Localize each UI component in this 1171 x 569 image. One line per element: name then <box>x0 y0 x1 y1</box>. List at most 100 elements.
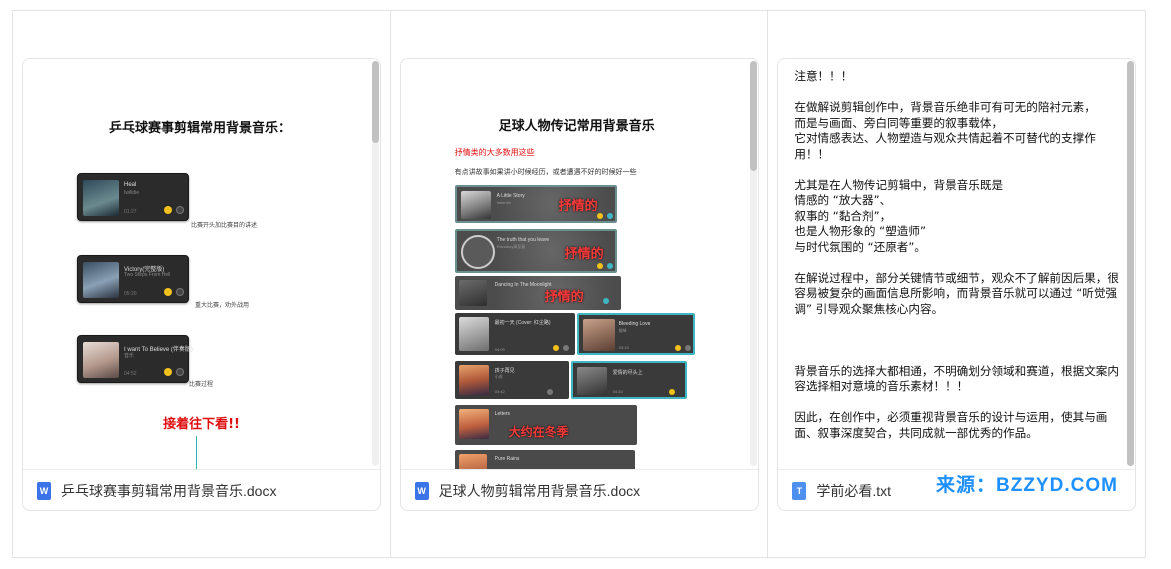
star-icon <box>596 263 603 269</box>
track-duration: 04:20 <box>612 389 623 394</box>
album-cover <box>458 280 487 306</box>
txt-content: 注意！！！ 在做解说剪辑创作中，背景音乐绝非可有可无的陪衬元素， 而是与画面、旁白同… <box>794 69 1119 457</box>
star-icon <box>164 206 172 214</box>
txt-line: 叙事的 “黏合剂”， <box>794 208 892 223</box>
track-overlay-text: 抒情的 <box>544 290 584 305</box>
music-card: Letters 大约在冬季 <box>454 405 637 445</box>
add-icon <box>562 345 569 351</box>
star-icon <box>668 389 675 395</box>
track-duration: 05:20 <box>124 291 137 297</box>
doc-title: 足球人物传记常用背景音乐 <box>498 119 655 134</box>
file-card-football[interactable]: 足球人物传记常用背景音乐 抒情类的大多数用这些 有点讲故事如果讲小时候经历，或者… <box>399 58 759 511</box>
album-cover <box>83 180 119 216</box>
file-name: 足球人物剪辑常用背景音乐.docx <box>438 483 641 499</box>
file-card-readme[interactable]: 注意！！！ 在做解说剪辑创作中，背景音乐绝非可有可无的陪衬元素， 而是与画面、旁白同… <box>777 58 1137 511</box>
track-artist: Pianoboy高至豪 <box>496 244 526 249</box>
music-card: The truth that you leave Pianoboy高至豪 抒情的 <box>454 229 617 273</box>
txt-line: 也是人物形象的 “塑造师” <box>794 224 926 238</box>
add-icon <box>546 389 553 395</box>
album-cover <box>458 365 489 395</box>
txt-line: 与时代氛围的 “还原者”。 <box>794 239 926 254</box>
music-card: 爱情的尽头上 04:20 <box>570 361 687 399</box>
track-title: Heal <box>124 182 137 188</box>
track-title: The truth that you leave <box>496 237 550 243</box>
txt-line: 而是与画面、旁白同等重要的叙事载体， <box>794 115 1004 130</box>
scroll-thumb[interactable] <box>1127 61 1135 466</box>
album-cover <box>83 262 119 298</box>
add-icon <box>176 288 184 296</box>
file-column-1: 乒乓球赛事剪辑常用背景音乐： Heal Iwilldie 01:27 比赛开头加… <box>13 11 391 557</box>
txt-paragraph: 在解说过程中，部分关键情节或细节，观众不了解前因后果，很容易被复杂的画面信息所影… <box>794 271 1119 318</box>
txt-paragraph <box>794 333 1119 349</box>
track-title: Bleeding Love <box>618 321 651 327</box>
doc-red-note: 抒情类的大多数用这些 <box>454 148 535 157</box>
track-duration: 04:09 <box>494 347 505 352</box>
txt-paragraph: 注意！！！ <box>794 69 1119 85</box>
track-title: Pure Rains <box>494 456 520 462</box>
txt-paragraph: 因此，在创作中，必须重视背景音乐的设计与运用，使其与画面、叙事深度契合，共同成就… <box>794 410 1119 441</box>
star-icon <box>674 345 681 351</box>
txt-preview[interactable]: 注意！！！ 在做解说剪辑创作中，背景音乐绝非可有可无的陪衬元素， 而是与画面、旁白同… <box>778 59 1136 469</box>
track-caption: 比赛过程 <box>189 381 214 388</box>
continue-note: 接着往下看!! <box>163 417 240 432</box>
txt-line: 尤其是在人物传记剪辑中，背景音乐既是 <box>794 177 1004 192</box>
txt-line <box>794 333 1119 349</box>
add-icon <box>684 345 691 351</box>
star-icon <box>164 368 172 376</box>
add-icon <box>176 368 184 376</box>
music-card: I want To Believe (伴奏版) 音乐 04:52 <box>77 335 193 383</box>
music-card: Heal Iwilldie 01:27 <box>77 173 189 221</box>
file-card-pingpong[interactable]: 乒乓球赛事剪辑常用背景音乐： Heal Iwilldie 01:27 比赛开头加… <box>22 58 381 511</box>
track-overlay-text: 抒情的 <box>558 199 598 214</box>
music-card: A Little Story Valentin 抒情的 <box>454 185 617 223</box>
file-column-2: 足球人物传记常用背景音乐 抒情类的大多数用这些 有点讲故事如果讲小时候经历，或者… <box>391 11 769 557</box>
preview-scrollbar[interactable] <box>372 61 379 466</box>
album-cover <box>83 342 119 378</box>
doc-preview[interactable]: 足球人物传记常用背景音乐 抒情类的大多数用这些 有点讲故事如果讲小时候经历，或者… <box>400 59 758 469</box>
txt-paragraph: 尤其是在人物传记剪辑中，背景音乐既是 情感的 “放大器”、 叙事的 “黏合剂”， 也是… <box>794 178 1119 256</box>
track-artist: 小虎 <box>494 374 503 379</box>
preview-scrollbar[interactable] <box>1127 61 1135 466</box>
doc-title: 乒乓球赛事剪辑常用背景音乐： <box>109 121 292 136</box>
file-label[interactable]: T 学前必看.txt <box>792 479 891 503</box>
preview-scrollbar[interactable] <box>749 61 757 466</box>
track-overlay-text: 抒情的 <box>564 247 604 262</box>
doc-preview[interactable]: 乒乓球赛事剪辑常用背景音乐： Heal Iwilldie 01:27 比赛开头加… <box>23 59 380 469</box>
card-divider <box>400 469 758 470</box>
track-title: Letters <box>494 411 510 417</box>
track-title: 孩子再见 <box>494 368 515 374</box>
txt-paragraph: 背景音乐的选择大都相通，不明确划分领域和赛道，根据文案内容选择相对意境的音乐素材… <box>794 364 1119 395</box>
track-title: 爱情的尽头上 <box>612 370 643 376</box>
track-title: I want To Believe (伴奏版) <box>124 347 193 353</box>
music-card: 孩子再见 小虎 03:42 <box>454 361 569 399</box>
track-caption: 比赛开头加比赛目的讲述 <box>191 222 258 229</box>
txt-line: 情感的 “放大器”、 <box>794 193 892 207</box>
track-title: Dancing In The Moonlight <box>494 282 552 288</box>
album-cover <box>582 319 615 351</box>
music-card: Dancing In The Moonlight 抒情的 <box>454 276 621 310</box>
track-artist: 钢琴 <box>618 328 627 333</box>
file-name: 乒乓球赛事剪辑常用背景音乐.docx <box>61 483 277 499</box>
scroll-thumb[interactable] <box>749 61 757 171</box>
doc-note: 有点讲故事如果讲小时候经历，或者遭遇不好的时候好一些 <box>454 168 637 176</box>
txt-line: 它对情感表达、人物塑造与观众共情起着不可替代的支撑作用！！ <box>794 131 1096 161</box>
source-watermark: 来源：BZZYD.COM <box>936 475 1118 496</box>
scroll-thumb[interactable] <box>372 61 379 143</box>
music-card: 最初一天 (Cover: 红尘路) 04:09 <box>454 313 575 355</box>
file-label[interactable]: W 乒乓球赛事剪辑常用背景音乐.docx <box>37 479 276 503</box>
txt-paragraph: 在做解说剪辑创作中，背景音乐绝非可有可无的陪衬元素， 而是与画面、旁白同等重要的叙… <box>794 100 1119 162</box>
track-duration: 03:19 <box>618 345 629 350</box>
music-card: Bleeding Love 钢琴 03:19 <box>576 313 695 355</box>
play-icon <box>602 298 609 304</box>
album-cover <box>576 367 607 395</box>
word-doc-icon: W <box>414 482 429 500</box>
file-name: 学前必看.txt <box>816 483 892 499</box>
track-artist: Iwilldie <box>124 190 140 196</box>
file-label[interactable]: W 足球人物剪辑常用背景音乐.docx <box>414 479 641 503</box>
album-cover <box>458 317 489 351</box>
track-title: A Little Story <box>496 193 525 199</box>
track-artist: Valentin <box>496 200 511 205</box>
track-duration: 01:27 <box>124 209 137 215</box>
track-title: 最初一天 (Cover: 红尘路) <box>494 320 551 326</box>
add-icon <box>176 206 184 214</box>
